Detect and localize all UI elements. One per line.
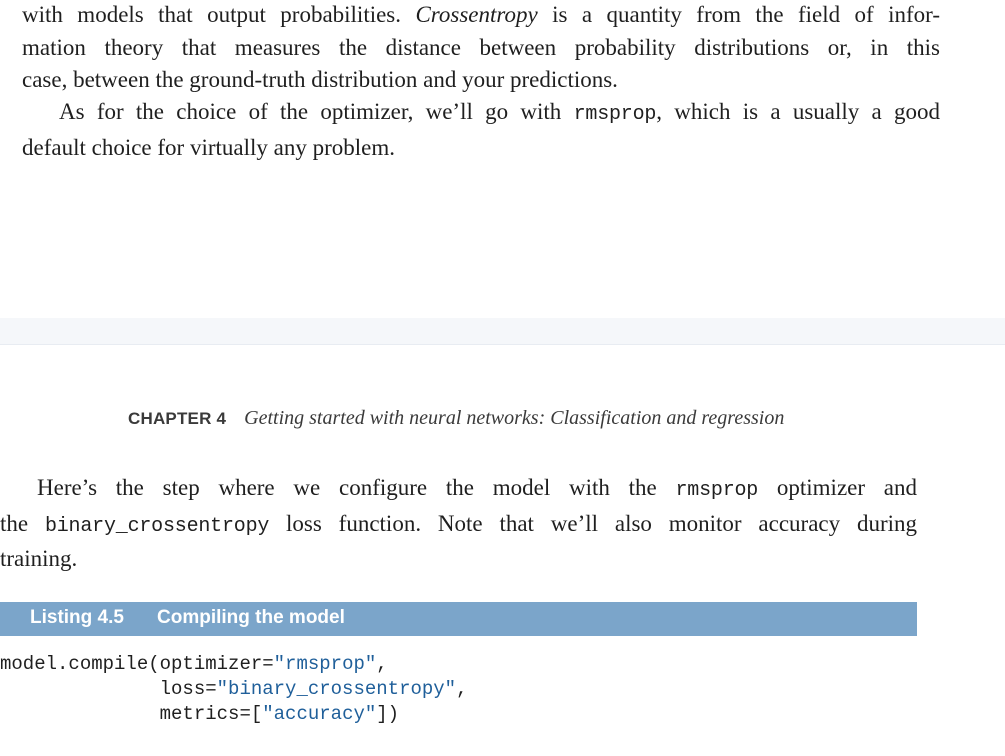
code-line: metrics=["accuracy"]): [0, 703, 400, 725]
running-header: CHAPTER 4 Getting started with neural net…: [128, 407, 784, 430]
code-string: "accuracy": [262, 703, 377, 725]
text-line: with models that output probabilities. C…: [22, 2, 941, 27]
code-line: loss="binary_crossentropy",: [0, 678, 468, 700]
code-inline: rmsprop: [675, 479, 759, 502]
page-separator: [0, 318, 1005, 345]
text-line: Here’s the step where we configure the m…: [37, 475, 917, 502]
text-line: the binary_crossentropy loss function. N…: [0, 510, 918, 538]
text-line: default choice for virtually any problem…: [22, 134, 395, 160]
listing-header: Listing 4.5 Compiling the model: [0, 602, 917, 636]
listing-title: Compiling the model: [157, 607, 345, 628]
text-line: mation theory that measures the distance…: [22, 34, 940, 60]
term-crossentropy: Crossentropy: [415, 2, 538, 27]
code-string: "rmsprop": [273, 653, 377, 675]
code-listing: model.compile(optimizer="rmsprop", loss=…: [0, 652, 468, 727]
page-top: with models that output probabilities. C…: [0, 0, 1005, 318]
paragraph-crossentropy: with models that output probabilities. C…: [22, 0, 940, 97]
code-inline: rmsprop: [573, 103, 657, 126]
text-line: As for the choice of the optimizer, we’l…: [59, 99, 941, 126]
chapter-title: Getting started with neural networks: Cl…: [244, 407, 785, 429]
code-inline: binary_crossentropy: [44, 514, 270, 538]
listing-label: Listing 4.5: [30, 607, 124, 628]
paragraph-optimizer: As for the choice of the optimizer, we’l…: [22, 96, 940, 164]
text-line: case, between the ground-truth distribut…: [22, 67, 618, 93]
text-line: training.: [0, 546, 78, 572]
code-line: model.compile(optimizer="rmsprop",: [0, 653, 388, 675]
code-string: "binary_crossentropy": [216, 678, 457, 700]
chapter-label: CHAPTER 4: [128, 409, 227, 428]
paragraph-configure-model: Here’s the step where we configure the m…: [0, 472, 917, 576]
